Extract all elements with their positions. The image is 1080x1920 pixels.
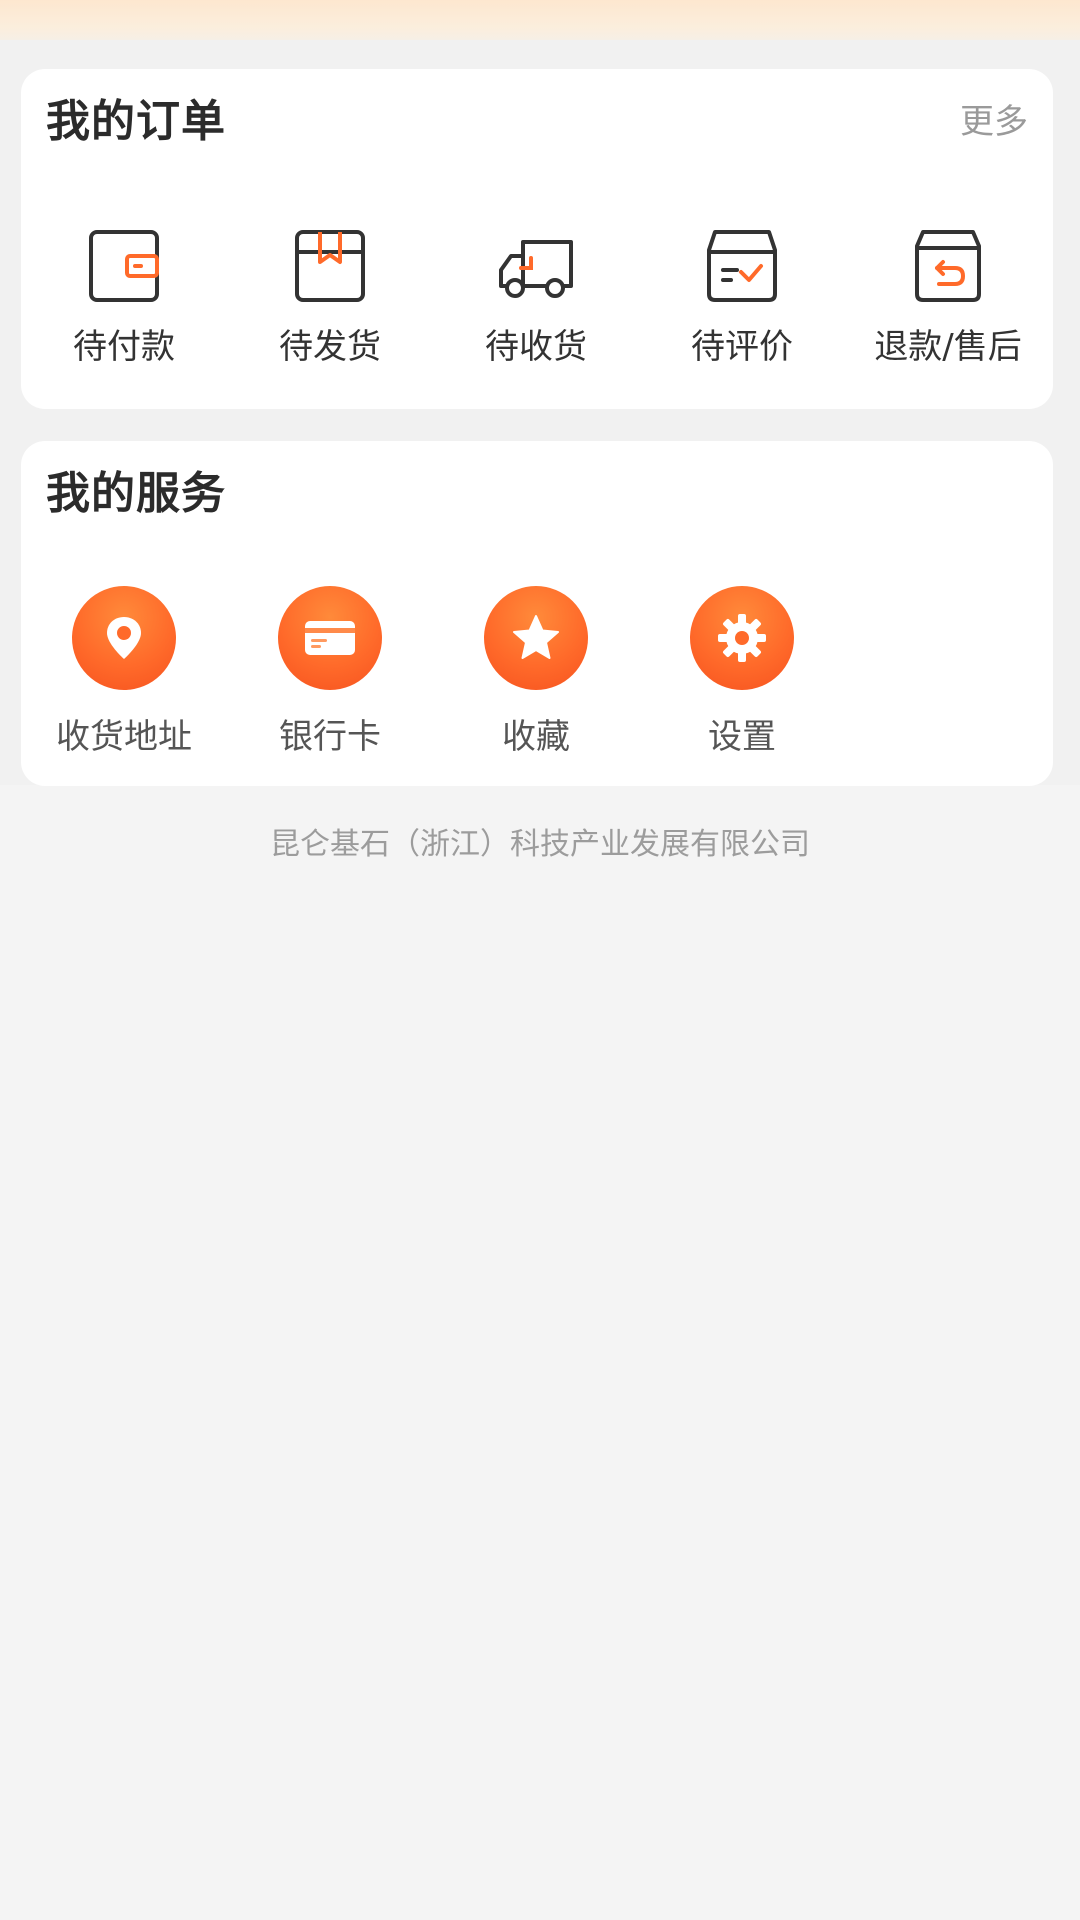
bank-card-icon bbox=[278, 586, 382, 690]
truck-icon bbox=[499, 240, 573, 298]
order-item-label: 退款/售后 bbox=[874, 327, 1022, 367]
services-title: 我的服务 bbox=[46, 468, 226, 519]
service-item-label: 设置 bbox=[708, 717, 776, 757]
review-box-icon bbox=[707, 230, 777, 302]
service-item-label: 收货地址 bbox=[56, 717, 192, 757]
order-item-pending-shipment[interactable]: 待发货 bbox=[227, 222, 433, 372]
orders-more-link[interactable]: 更多 bbox=[960, 98, 1028, 146]
location-pin-icon bbox=[72, 586, 176, 690]
order-item-pending-receipt[interactable]: 待收货 bbox=[433, 222, 639, 372]
order-item-label: 待评价 bbox=[691, 327, 793, 367]
order-item-label: 待收货 bbox=[485, 327, 587, 367]
top-status-strip bbox=[0, 0, 1080, 40]
service-item-label: 收藏 bbox=[502, 717, 570, 757]
order-item-refund-after-sale[interactable]: 退款/售后 bbox=[845, 222, 1051, 372]
order-item-pending-payment[interactable]: 待付款 bbox=[21, 222, 227, 372]
service-item-settings[interactable]: 设置 bbox=[639, 586, 845, 757]
star-icon bbox=[484, 586, 588, 690]
orders-title: 我的订单 bbox=[46, 96, 226, 147]
order-item-label: 待发货 bbox=[279, 327, 381, 367]
package-icon bbox=[295, 230, 365, 302]
order-item-label: 待付款 bbox=[73, 327, 175, 367]
footer-company-name: 昆仑基石（浙江）科技产业发展有限公司 bbox=[270, 827, 810, 862]
service-item-address[interactable]: 收货地址 bbox=[21, 586, 227, 757]
gear-icon bbox=[690, 586, 794, 690]
service-item-label: 银行卡 bbox=[279, 717, 381, 757]
service-item-bank-card[interactable]: 银行卡 bbox=[227, 586, 433, 757]
order-item-pending-review[interactable]: 待评价 bbox=[639, 222, 845, 372]
return-box-icon bbox=[915, 230, 981, 302]
wallet-icon bbox=[89, 230, 159, 302]
service-item-favorites[interactable]: 收藏 bbox=[433, 586, 639, 757]
